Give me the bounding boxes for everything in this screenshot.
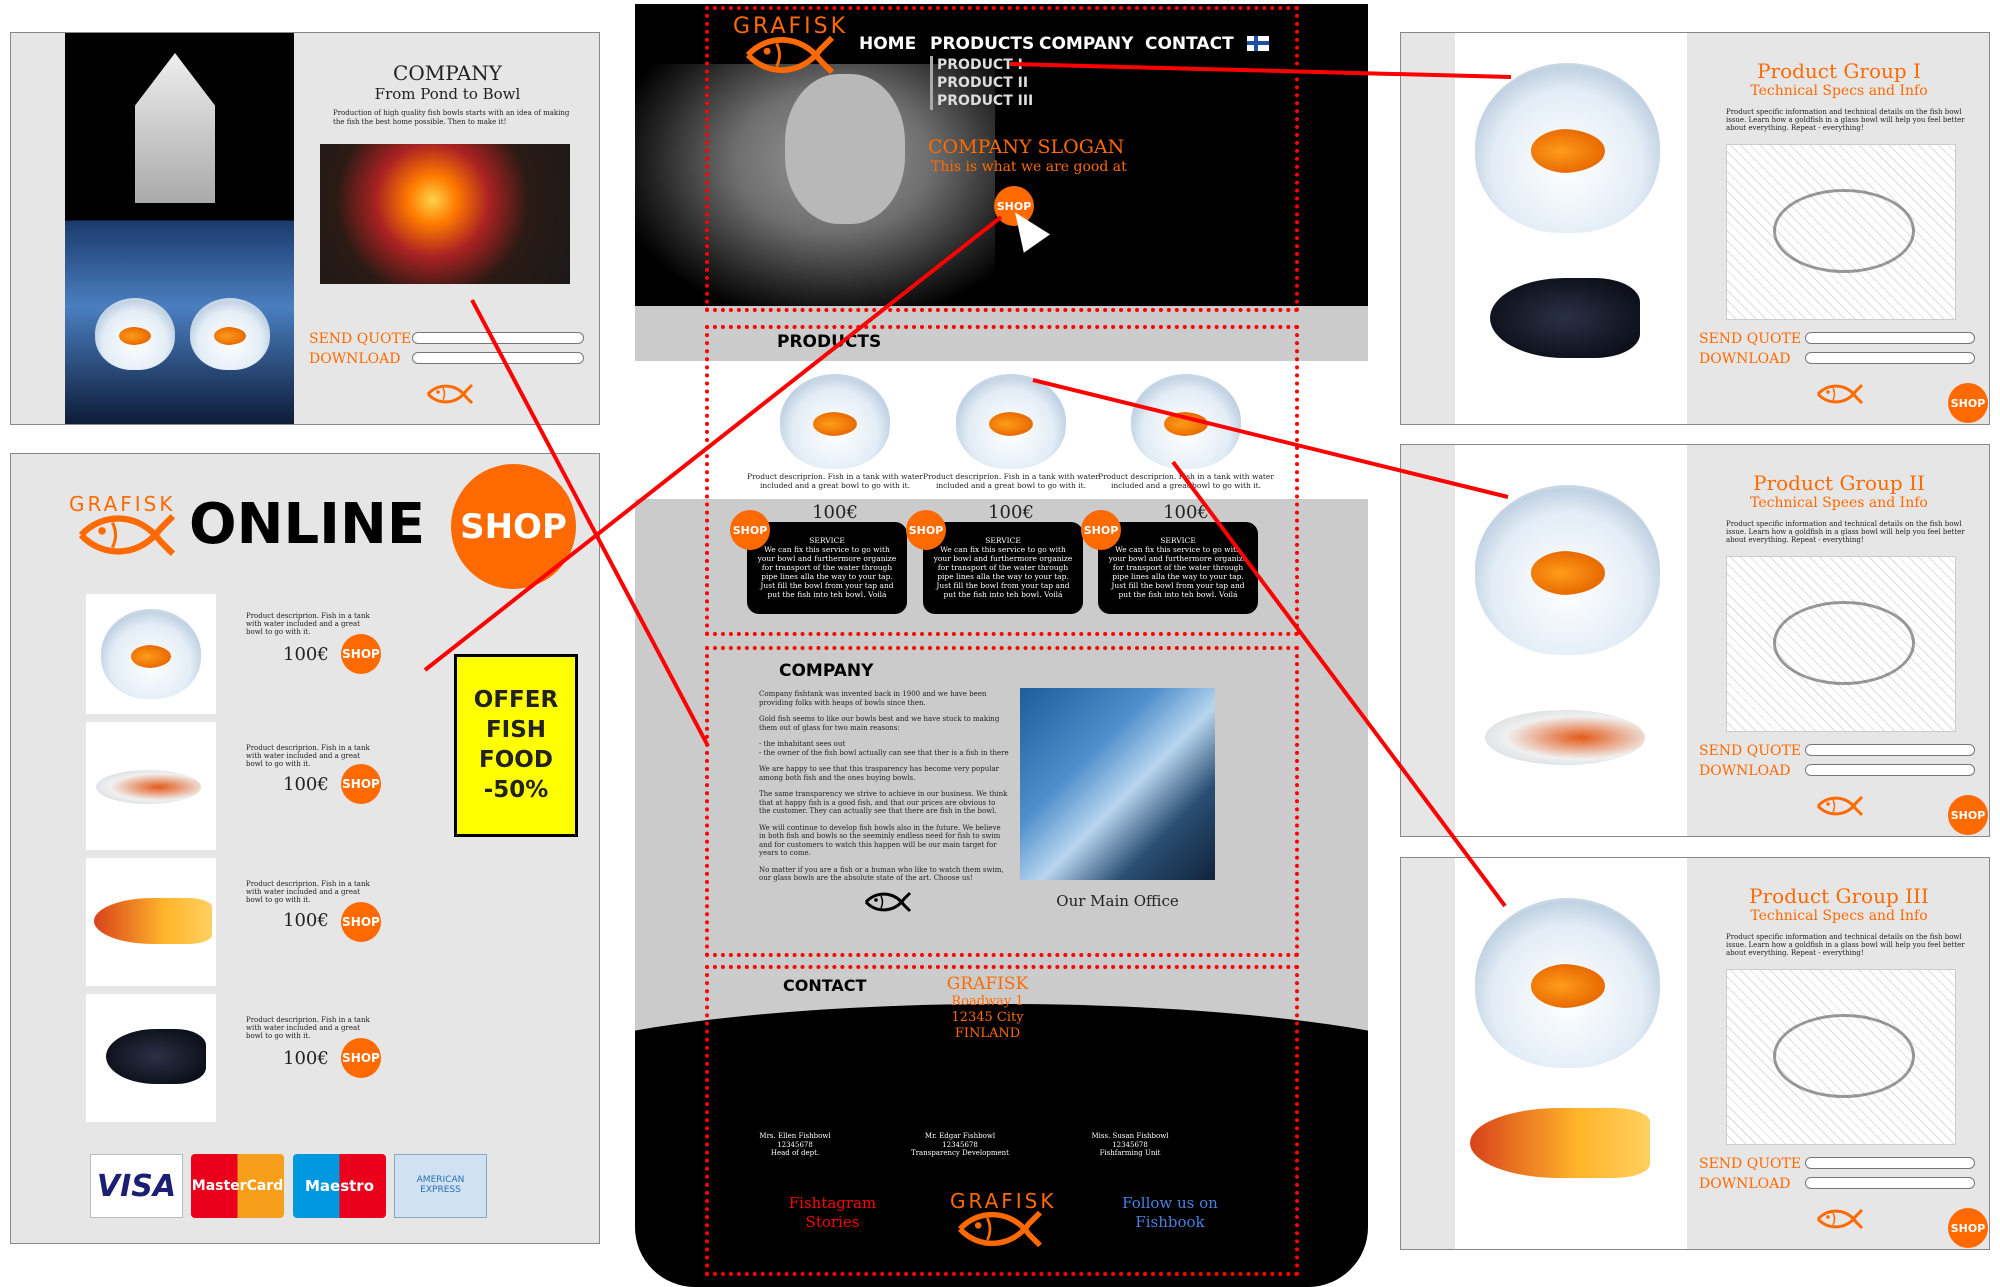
maestro-card: Maestro xyxy=(293,1154,386,1218)
shop-button[interactable]: SHOP xyxy=(1948,383,1988,423)
download-label[interactable]: DOWNLOAD xyxy=(309,351,400,367)
offer-box[interactable]: OFFER FISH FOOD -50% xyxy=(454,654,578,837)
product-image xyxy=(86,594,216,714)
fire-image xyxy=(320,144,570,284)
product-images xyxy=(1455,858,1687,1249)
shop-button[interactable]: SHOP xyxy=(341,634,381,674)
online-heading: ONLINE xyxy=(189,492,426,557)
product-group-text: Product specific information and technic… xyxy=(1726,520,1965,544)
shop-big-button[interactable]: SHOP xyxy=(451,464,576,589)
product-group-text: Product specific information and technic… xyxy=(1726,933,1965,957)
product-image xyxy=(86,994,216,1122)
product-page-mockup: Product Group I Technical Specs and Info… xyxy=(1400,32,1990,425)
product-description: Product descriprion. Fish in a tank with… xyxy=(246,880,370,904)
shop-item: Product descriprion. Fish in a tank with… xyxy=(86,858,566,986)
download-label[interactable]: DOWNLOAD xyxy=(1699,351,1790,367)
product-group-title: Product Group II xyxy=(1753,471,1925,495)
logo-fish-icon xyxy=(77,512,177,558)
download-label[interactable]: DOWNLOAD xyxy=(1699,763,1790,779)
fish-icon xyxy=(1816,795,1864,817)
shop-page-mockup: GRAFISK ONLINE SHOP Product descriprion.… xyxy=(10,453,600,1244)
section-outline xyxy=(705,646,1299,957)
product-price: 100€ xyxy=(283,1048,329,1069)
product-group-subtitle: Technical Spees and Info xyxy=(1750,495,1928,511)
product-image xyxy=(86,722,216,850)
send-quote-label: SEND QUOTE xyxy=(309,331,412,347)
send-quote-field[interactable] xyxy=(412,332,584,344)
shop-button[interactable]: SHOP xyxy=(1948,1208,1988,1248)
product-price: 100€ xyxy=(283,910,329,931)
product-description: Product descriprion. Fish in a tank with… xyxy=(246,612,370,636)
amex-card: AMERICAN EXPRESS xyxy=(394,1154,487,1218)
product-group-title: Product Group III xyxy=(1749,884,1929,908)
download-field[interactable] xyxy=(1805,764,1975,776)
send-quote-label: SEND QUOTE xyxy=(1699,331,1802,347)
product-group-title: Product Group I xyxy=(1757,59,1921,83)
shop-item: Product descriprion. Fish in a tank with… xyxy=(86,994,566,1122)
fish-icon xyxy=(1816,1208,1864,1230)
send-quote-field[interactable] xyxy=(1805,744,1975,756)
company-intro: Production of high quality fish bowls st… xyxy=(333,109,570,126)
product-group-text: Product specific information and technic… xyxy=(1726,108,1965,132)
product-price: 100€ xyxy=(283,644,329,665)
product-description: Product descriprion. Fish in a tank with… xyxy=(246,1016,370,1040)
product-page-mockup: Product Group II Technical Spees and Inf… xyxy=(1400,444,1990,837)
product-images xyxy=(1455,445,1687,836)
download-field[interactable] xyxy=(1805,352,1975,364)
send-quote-field[interactable] xyxy=(1805,1157,1975,1169)
technical-drawing xyxy=(1726,556,1956,732)
download-field[interactable] xyxy=(412,352,584,364)
product-images xyxy=(1455,33,1687,424)
send-quote-label: SEND QUOTE xyxy=(1699,1156,1802,1172)
technical-drawing xyxy=(1726,144,1956,320)
send-quote-field[interactable] xyxy=(1805,332,1975,344)
main-page-mockup: GRAFISK HOME PRODUCTS COMPANY CONTACT PR… xyxy=(635,4,1368,1287)
offer-line: -50% xyxy=(483,777,549,803)
company-page-mockup: COMPANY From Pond to Bowl Production of … xyxy=(10,32,600,425)
download-label[interactable]: DOWNLOAD xyxy=(1699,1176,1790,1192)
visa-card: VISA xyxy=(90,1154,183,1218)
company-subtitle: From Pond to Bowl xyxy=(374,85,521,103)
section-outline xyxy=(705,965,1299,1276)
download-field[interactable] xyxy=(1805,1177,1975,1189)
shop-button[interactable]: SHOP xyxy=(1948,795,1988,835)
product-image xyxy=(86,858,216,986)
product-group-subtitle: Technical Specs and Info xyxy=(1750,83,1928,99)
offer-line: FOOD xyxy=(479,747,553,773)
send-quote-label: SEND QUOTE xyxy=(1699,743,1802,759)
shop-button[interactable]: SHOP xyxy=(341,1038,381,1078)
section-outline xyxy=(705,6,1299,312)
shop-button[interactable]: SHOP xyxy=(341,764,381,804)
product-page-mockup: Product Group III Technical Specs and In… xyxy=(1400,857,1990,1250)
fish-icon xyxy=(1816,383,1864,405)
mastercard-card: MasterCard xyxy=(191,1154,284,1218)
company-title: COMPANY xyxy=(393,61,502,85)
technical-drawing xyxy=(1726,969,1956,1145)
lamp-bowl-image xyxy=(65,33,294,424)
product-price: 100€ xyxy=(283,774,329,795)
offer-line: FISH xyxy=(485,717,547,743)
section-outline xyxy=(705,325,1299,636)
shop-button[interactable]: SHOP xyxy=(341,902,381,942)
offer-line: OFFER xyxy=(473,687,559,713)
fish-icon xyxy=(426,383,474,405)
product-group-subtitle: Technical Specs and Info xyxy=(1750,908,1928,924)
